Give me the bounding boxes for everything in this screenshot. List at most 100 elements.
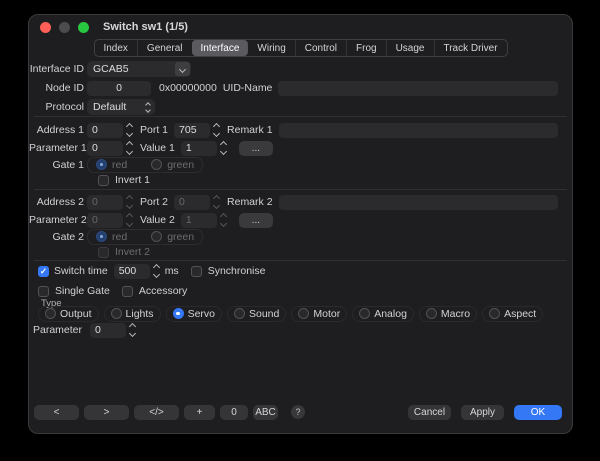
- port1-label: Port 1: [140, 124, 168, 136]
- chevron-down-icon: [220, 148, 227, 155]
- uid-name-field[interactable]: [278, 81, 558, 96]
- port1-field[interactable]: 705: [174, 123, 210, 138]
- chevron-down-icon: [153, 271, 160, 278]
- tab-wiring[interactable]: Wiring: [248, 40, 294, 56]
- protocol-popup[interactable]: Default: [87, 99, 155, 115]
- gate2-green-label: green: [167, 231, 194, 243]
- parameter1-stepper[interactable]: [127, 142, 132, 154]
- radio-lights[interactable]: [111, 308, 122, 319]
- tab-general[interactable]: General: [137, 40, 192, 56]
- address1-field[interactable]: 0: [87, 123, 123, 138]
- chevron-down-icon: [129, 330, 136, 337]
- radio-macro[interactable]: [426, 308, 437, 319]
- parameter2-field[interactable]: 0: [87, 213, 123, 228]
- parameter1-label: Parameter 1: [29, 142, 84, 154]
- add-button[interactable]: +: [184, 405, 215, 420]
- xml-button[interactable]: </>: [134, 405, 179, 420]
- abc-button[interactable]: ABC: [253, 405, 278, 420]
- type-lights-label: Lights: [126, 308, 154, 320]
- chevron-down-icon: [213, 202, 220, 209]
- address2-field[interactable]: 0: [87, 195, 123, 210]
- value1-field[interactable]: 1: [181, 141, 217, 156]
- address1-stepper[interactable]: [127, 124, 132, 136]
- zero-button[interactable]: 0: [220, 405, 248, 420]
- cancel-button[interactable]: Cancel: [408, 405, 451, 420]
- parameter2-stepper[interactable]: [127, 214, 132, 226]
- type-option-lights[interactable]: Lights: [104, 306, 161, 322]
- type-analog-label: Analog: [374, 308, 407, 320]
- value1-stepper[interactable]: [221, 142, 226, 154]
- gate2-red-radio[interactable]: [96, 231, 107, 242]
- invert2-checkbox[interactable]: [98, 247, 109, 258]
- synchronise-label: Synchronise: [208, 265, 266, 277]
- gate2-radio-group: red green: [87, 229, 203, 245]
- switch-time-field[interactable]: 500: [114, 264, 150, 279]
- gate1-green-radio[interactable]: [151, 159, 162, 170]
- radio-motor[interactable]: [298, 308, 309, 319]
- interface-id-label: Interface ID: [29, 63, 84, 75]
- close-window-button[interactable]: [40, 22, 51, 33]
- type-option-servo[interactable]: Servo: [166, 306, 222, 322]
- tab-index[interactable]: Index: [94, 40, 136, 56]
- address2-stepper[interactable]: [127, 196, 132, 208]
- type-option-aspect[interactable]: Aspect: [482, 306, 543, 322]
- switch-time-checkbox[interactable]: ✓: [38, 266, 49, 277]
- type-sound-label: Sound: [249, 308, 279, 320]
- tab-usage[interactable]: Usage: [386, 40, 434, 56]
- gate1-red-radio[interactable]: [96, 159, 107, 170]
- value1-label: Value 1: [140, 142, 175, 154]
- type-option-motor[interactable]: Motor: [291, 306, 347, 322]
- type-option-analog[interactable]: Analog: [352, 306, 414, 322]
- invert1-checkbox[interactable]: [98, 175, 109, 186]
- remark1-field[interactable]: [279, 123, 558, 138]
- type-option-macro[interactable]: Macro: [419, 306, 477, 322]
- type-aspect-label: Aspect: [504, 308, 536, 320]
- port2-label: Port 2: [140, 196, 168, 208]
- radio-output[interactable]: [45, 308, 56, 319]
- type-option-sound[interactable]: Sound: [227, 306, 286, 322]
- parameter-stepper[interactable]: [130, 324, 135, 336]
- value1-more-button[interactable]: ...: [239, 141, 273, 156]
- tab-control[interactable]: Control: [295, 40, 346, 56]
- node-id-field[interactable]: 0: [87, 81, 151, 96]
- switch-time-stepper[interactable]: [154, 265, 159, 277]
- value2-more-button[interactable]: ...: [239, 213, 273, 228]
- zoom-window-button[interactable]: [78, 22, 89, 33]
- minimize-window-button[interactable]: [59, 22, 70, 33]
- remark2-label: Remark 2: [227, 196, 273, 208]
- gate2-red-label: red: [112, 231, 127, 243]
- port2-stepper[interactable]: [214, 196, 219, 208]
- tab-track-driver[interactable]: Track Driver: [433, 40, 506, 56]
- radio-servo[interactable]: [173, 308, 184, 319]
- port1-stepper[interactable]: [214, 124, 219, 136]
- value2-label: Value 2: [140, 214, 175, 226]
- single-gate-checkbox[interactable]: [38, 286, 49, 297]
- type-motor-label: Motor: [313, 308, 340, 320]
- synchronise-checkbox[interactable]: [191, 266, 202, 277]
- value2-stepper[interactable]: [221, 214, 226, 226]
- radio-analog[interactable]: [359, 308, 370, 319]
- accessory-checkbox[interactable]: [122, 286, 133, 297]
- parameter1-field[interactable]: 0: [87, 141, 123, 156]
- help-button[interactable]: ?: [291, 405, 305, 419]
- parameter-field[interactable]: 0: [90, 323, 126, 338]
- ok-button[interactable]: OK: [514, 405, 562, 420]
- radio-aspect[interactable]: [489, 308, 500, 319]
- gate2-green-radio[interactable]: [151, 231, 162, 242]
- radio-sound[interactable]: [234, 308, 245, 319]
- accessory-label: Accessory: [139, 285, 187, 297]
- tab-frog[interactable]: Frog: [346, 40, 386, 56]
- port2-field[interactable]: 0: [174, 195, 210, 210]
- type-servo-label: Servo: [188, 308, 215, 320]
- previous-button[interactable]: <: [34, 405, 79, 420]
- tab-interface[interactable]: Interface: [191, 40, 248, 56]
- type-option-output[interactable]: Output: [38, 306, 99, 322]
- separator: [34, 260, 567, 261]
- remark2-field[interactable]: [279, 195, 558, 210]
- chevron-down-icon: [126, 130, 133, 137]
- interface-id-combobox[interactable]: GCAB5: [87, 61, 191, 77]
- apply-button[interactable]: Apply: [461, 405, 504, 420]
- gate1-label: Gate 1: [29, 159, 84, 171]
- next-button[interactable]: >: [84, 405, 129, 420]
- value2-field[interactable]: 1: [181, 213, 217, 228]
